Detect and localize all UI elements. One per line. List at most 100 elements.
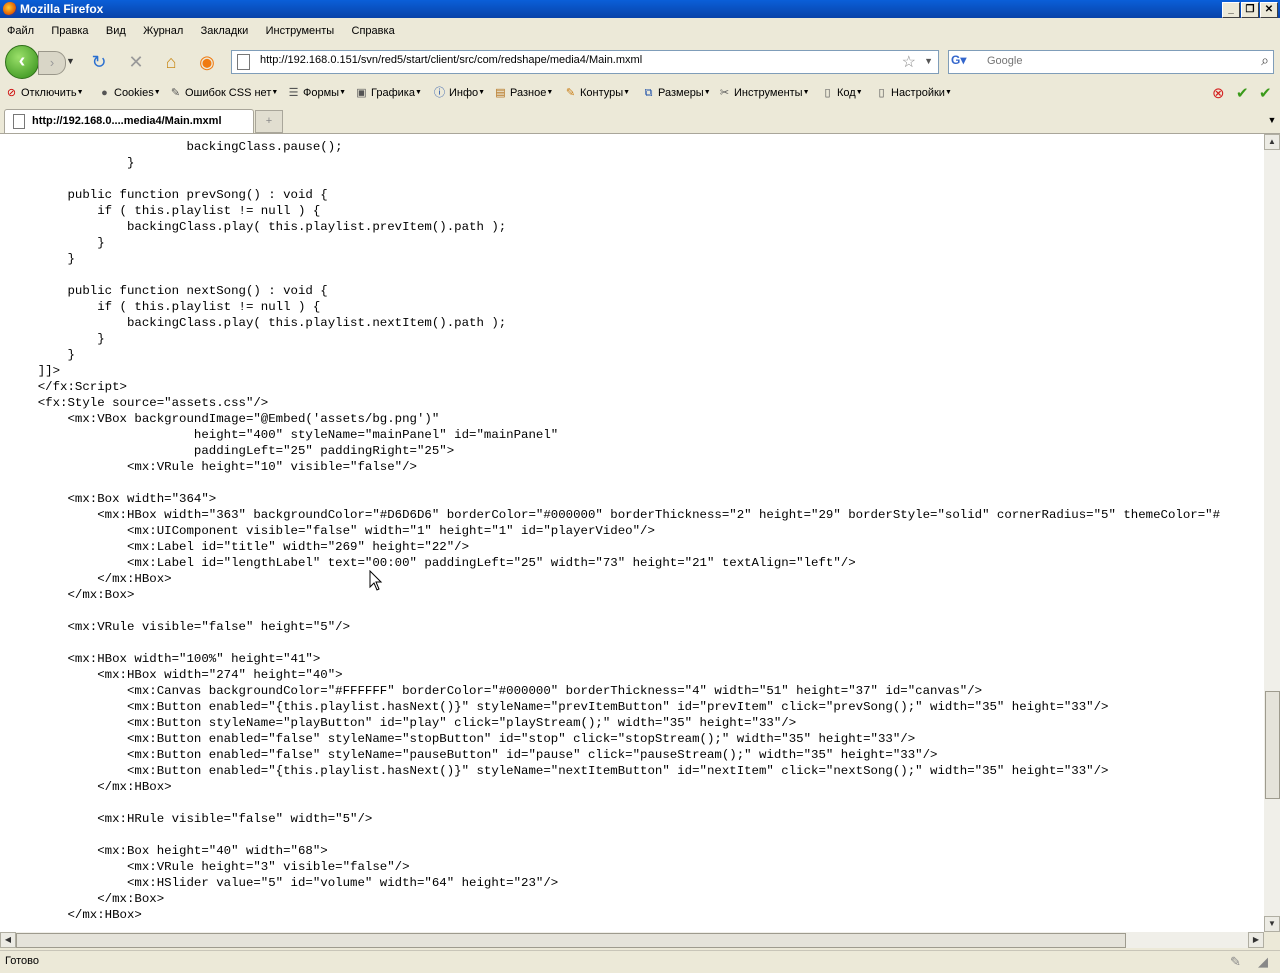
options-icon: ▯ [878, 87, 885, 99]
tab-title: http://192.168.0....media4/Main.mxml [32, 115, 222, 127]
url-bar[interactable]: ☆ ▼ [231, 50, 939, 74]
mouse-cursor-icon [369, 570, 383, 591]
code-line: <mx:Label id="title" width="269" height=… [8, 540, 470, 554]
scroll-down-icon[interactable]: ▼ [1264, 916, 1280, 932]
scroll-right-icon[interactable]: ▶ [1248, 932, 1264, 948]
js-valid-icon[interactable]: ✔ [1259, 84, 1272, 102]
menu-file[interactable]: Файл [4, 22, 37, 40]
minimize-button[interactable]: _ [1222, 2, 1240, 18]
code-line: <mx:HBox width="274" height="40"> [8, 668, 343, 682]
menu-help[interactable]: Справка [349, 22, 398, 40]
menu-edit[interactable]: Правка [48, 22, 91, 40]
home-icon[interactable]: ⌂ [160, 51, 182, 73]
resize-icon: ⧉ [644, 87, 653, 99]
source-code: backingClass.pause(); } public function … [8, 139, 1220, 923]
navigation-toolbar: ‹ › ▼ ↻ ✕ ⌂ ◉ ☆ ▼ G▾ ⌕ [0, 42, 1280, 80]
title-bar: Mozilla Firefox _ ❐ ✕ [0, 0, 1280, 18]
info-icon: ⓘ [434, 87, 445, 99]
forms-icon: ☰ [288, 87, 299, 99]
code-line: } [8, 156, 135, 170]
search-icon[interactable]: ⌕ [1261, 52, 1269, 69]
page-icon [13, 114, 25, 129]
close-button[interactable]: ✕ [1260, 2, 1278, 18]
code-line: ]]> [8, 364, 61, 378]
status-bar: Готово ✎ ◢ [0, 950, 1280, 973]
history-dropdown-icon[interactable]: ▼ [66, 56, 75, 66]
url-dropdown-icon[interactable]: ▼ [924, 56, 933, 66]
devbar-outline[interactable]: ✎ Контуры▼ [563, 85, 630, 101]
tools-icon: ✂ [719, 87, 730, 99]
google-engine-icon[interactable]: G▾ [951, 53, 981, 71]
devbar-misc[interactable]: ▤ Разное▼ [493, 85, 553, 101]
url-input[interactable] [258, 53, 892, 67]
menu-tools[interactable]: Инструменты [263, 22, 338, 40]
rss-icon[interactable]: ◉ [196, 51, 218, 73]
source-icon: ▯ [824, 87, 831, 99]
scrollbar-corner [1264, 932, 1280, 948]
outline-icon: ✎ [565, 87, 576, 99]
devbar-resize[interactable]: ⧉ Размеры▼ [641, 85, 711, 101]
scroll-left-icon[interactable]: ◀ [0, 932, 16, 948]
menu-history[interactable]: Журнал [140, 22, 186, 40]
page-content[interactable]: backingClass.pause(); } public function … [0, 134, 1264, 932]
code-line: <mx:VBox backgroundImage="@Embed('assets… [8, 412, 440, 426]
search-input[interactable] [985, 54, 1249, 68]
code-line: <mx:Label id="lengthLabel" text="00:00" … [8, 556, 856, 570]
vertical-scrollbar[interactable]: ▲ ▼ [1264, 134, 1280, 932]
code-line: </mx:HBox> [8, 572, 172, 586]
code-line: backingClass.play( this.playlist.nextIte… [8, 316, 507, 330]
devbar-tools[interactable]: ✂ Инструменты▼ [717, 85, 810, 101]
reload-icon[interactable]: ↻ [88, 51, 110, 73]
code-line: backingClass.play( this.playlist.prevIte… [8, 220, 507, 234]
bookmark-star-icon[interactable]: ☆ [902, 52, 916, 72]
devbar-disable[interactable]: ⊘ Отключить▼ [4, 85, 84, 101]
back-arrow-icon: ‹ [18, 50, 26, 72]
code-line: <mx:HBox width="363" backgroundColor="#D… [8, 508, 1221, 522]
maximize-button[interactable]: ❐ [1241, 2, 1259, 18]
code-line: <mx:Button styleName="playButton" id="pl… [8, 716, 797, 730]
code-line: } [8, 332, 105, 346]
code-line: height="400" styleName="mainPanel" id="m… [8, 428, 559, 442]
menu-bar: Файл Правка Вид Журнал Закладки Инструме… [0, 22, 1280, 40]
horizontal-scrollbar[interactable]: ◀ ▶ [0, 932, 1264, 948]
menu-view[interactable]: Вид [103, 22, 129, 40]
chevron-down-icon: ▼ [1267, 115, 1277, 125]
error-status-icon[interactable]: ⊗ [1212, 84, 1225, 102]
code-line: <mx:Button enabled="false" styleName="st… [8, 732, 916, 746]
scroll-up-icon[interactable]: ▲ [1264, 134, 1280, 150]
status-text: Готово [5, 955, 39, 967]
code-line: <mx:UIComponent visible="false" width="1… [8, 524, 655, 538]
forward-arrow-icon: › [49, 55, 55, 70]
devbar-forms[interactable]: ☰ Формы▼ [286, 85, 346, 101]
devbar-info[interactable]: ⓘ Инфо▼ [432, 85, 485, 101]
code-line: <mx:HSlider value="5" id="volume" width=… [8, 876, 559, 890]
css-valid-icon[interactable]: ✔ [1236, 84, 1249, 102]
tab-main-mxml[interactable]: http://192.168.0....media4/Main.mxml [4, 109, 254, 133]
web-developer-toolbar: ⊘ Отключить▼ ● Cookies▼ ✎ Ошибок CSS нет▼ ☰… [0, 82, 1280, 104]
code-line: <mx:VRule height="10" visible="false"/> [8, 460, 417, 474]
resize-grip-icon[interactable]: ◢ [1258, 954, 1268, 970]
devbar-options[interactable]: ▯ Настройки▼ [874, 85, 951, 101]
devbar-images[interactable]: ▣ Графика▼ [354, 85, 422, 101]
vertical-scroll-thumb[interactable] [1265, 691, 1280, 799]
cookie-icon: ● [101, 87, 108, 99]
window-controls: _ ❐ ✕ [1221, 1, 1278, 18]
code-line: </mx:HBox> [8, 780, 172, 794]
tab-bar: http://192.168.0....media4/Main.mxml + ▼ [0, 107, 1280, 134]
code-line: </mx:HBox> [8, 908, 142, 922]
devbar-cookies[interactable]: ● Cookies▼ [97, 85, 161, 101]
code-line: </mx:Box> [8, 892, 165, 906]
code-line: public function nextSong() : void { [8, 284, 328, 298]
horizontal-scroll-thumb[interactable] [16, 933, 1126, 948]
code-line: <mx:Button enabled="{this.playlist.hasNe… [8, 764, 1109, 778]
forward-button[interactable]: › [38, 51, 66, 75]
stop-icon[interactable]: ✕ [125, 51, 147, 73]
tools-status-icon[interactable]: ✎ [1230, 954, 1241, 970]
new-tab-button[interactable]: + [255, 110, 283, 133]
search-bar[interactable]: G▾ ⌕ [948, 50, 1274, 74]
tab-list-button[interactable]: ▼ [1266, 111, 1278, 129]
devbar-css[interactable]: ✎ Ошибок CSS нет▼ [168, 85, 278, 101]
devbar-source[interactable]: ▯ Код▼ [820, 85, 862, 101]
back-button[interactable]: ‹ [5, 45, 39, 79]
menu-bookmarks[interactable]: Закладки [198, 22, 252, 40]
